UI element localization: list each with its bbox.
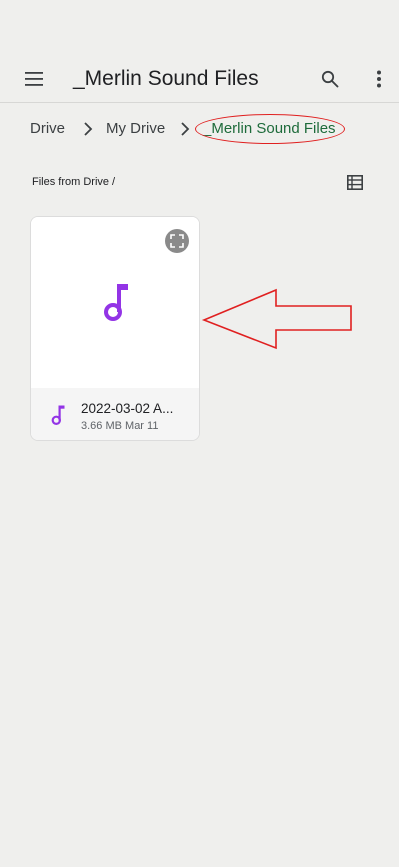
page-title: _Merlin Sound Files: [73, 67, 259, 90]
file-thumbnail[interactable]: [31, 217, 199, 388]
breadcrumb: Drive My Drive _Merlin Sound Files: [0, 103, 399, 153]
chevron-right-icon: [84, 122, 93, 136]
breadcrumb-item-current-folder[interactable]: _Merlin Sound Files: [203, 119, 336, 139]
file-info[interactable]: 2022-03-02 A... 3.66 MB Mar 11: [31, 388, 199, 440]
hamburger-menu-icon: [25, 72, 43, 86]
drive-folder-screen: _Merlin Sound Files Drive My Drive _Merl…: [0, 0, 399, 867]
more-vertical-icon: [377, 70, 381, 88]
top-app-bar: _Merlin Sound Files: [0, 56, 399, 103]
breadcrumb-item-my-drive[interactable]: My Drive: [106, 119, 165, 139]
expand-button[interactable]: [165, 229, 189, 253]
file-size: 3.66 MB: [81, 420, 122, 432]
file-date: Mar 11: [125, 420, 159, 432]
music-note-icon: [104, 284, 128, 321]
section-label: Files from Drive /: [32, 176, 116, 188]
search-button[interactable]: [318, 67, 342, 91]
file-meta: 3.66 MB Mar 11: [81, 419, 158, 433]
menu-button[interactable]: [22, 67, 46, 91]
annotation-arrow: [201, 288, 352, 350]
music-note-icon: [51, 405, 65, 425]
more-options-button[interactable]: [367, 67, 391, 91]
breadcrumb-item-drive[interactable]: Drive: [30, 119, 65, 139]
list-view-toggle[interactable]: [344, 171, 366, 193]
chevron-right-icon: [181, 122, 190, 136]
expand-icon: [170, 234, 184, 248]
search-icon: [321, 70, 339, 88]
file-card[interactable]: 2022-03-02 A... 3.66 MB Mar 11: [30, 216, 200, 441]
file-name: 2022-03-02 A...: [81, 401, 174, 416]
list-view-icon: [347, 174, 363, 190]
